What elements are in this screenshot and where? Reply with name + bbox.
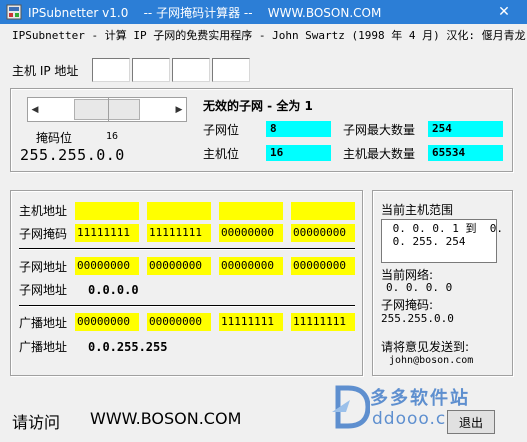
broadcast-label: 广播地址 [19, 316, 68, 330]
subnet-address-bits-3: 00000000 [219, 257, 283, 275]
host-address-bits-3 [219, 202, 283, 220]
subnet-address-dotted: 0.0.0.0 [88, 283, 139, 297]
slider-left-arrow-icon[interactable]: ◀ [28, 98, 42, 121]
watermark-logo-icon [332, 385, 370, 429]
host-address-bits-2 [147, 202, 211, 220]
host-range-text[interactable]: 0. 0. 0. 1 到 0. 0. 255. 254 [381, 219, 503, 263]
ip-octet-1[interactable] [92, 58, 130, 82]
ip-octet-4[interactable] [212, 58, 250, 82]
subnet-mask-label: 子网掩码 [19, 227, 68, 241]
broadcast-dotted: 0.0.255.255 [88, 340, 168, 354]
subnet-mask-bits-3: 00000000 [219, 224, 283, 242]
watermark-cn: 多多软件站 [370, 388, 470, 409]
subnet-address-dotted-label: 子网地址 [19, 283, 68, 297]
subnet-bits-label: 子网位 [203, 123, 240, 137]
mask-bits-value: 16 [106, 131, 119, 142]
program-description: IPSubnetter - 计算 IP 子网的免费实用程序 - John Swa… [12, 29, 526, 42]
host-bits-label: 主机位 [203, 147, 240, 161]
subnet-bits-value: 8 [266, 121, 331, 137]
ip-octet-3[interactable] [172, 58, 210, 82]
subnet-address-bits-4: 00000000 [291, 257, 355, 275]
divider-line [19, 305, 355, 307]
broadcast-bits-4: 11111111 [291, 313, 355, 331]
range-subnet-mask-value: 255.255.0.0 [381, 312, 454, 325]
mask-bits-label: 掩码位 [36, 131, 73, 145]
subnet-mask-bits-2: 11111111 [147, 224, 211, 242]
invalid-subnet-title: 无效的子网 - 全为 1 [203, 99, 313, 113]
exit-button[interactable]: 退出 [447, 410, 495, 434]
window-title: IPSubnetter v1.0 -- 子网掩码计算器 -- WWW.BOSON… [28, 5, 382, 20]
slider-divider [108, 97, 109, 122]
broadcast-bits-1: 00000000 [75, 313, 139, 331]
subnet-mask-bits-4: 00000000 [291, 224, 355, 242]
host-address-bits-1 [75, 202, 139, 220]
host-address-label: 主机地址 [19, 204, 68, 218]
broadcast-bits-2: 00000000 [147, 313, 211, 331]
feedback-label: 请将意见发送到: [381, 340, 470, 354]
slider-right-arrow-icon[interactable]: ▶ [172, 98, 186, 121]
max-subnets-label: 子网最大数量 [343, 123, 416, 137]
range-subnet-mask-label: 子网掩码: [381, 298, 434, 312]
max-hosts-value: 65534 [428, 145, 503, 161]
broadcast-bits-3: 11111111 [219, 313, 283, 331]
subnet-mask-dotted: 255.255.0.0 [20, 146, 125, 164]
host-ip-label: 主机 IP 地址 [12, 64, 79, 78]
slider-thumb[interactable] [74, 99, 140, 120]
title-bar: IPSubnetter v1.0 -- 子网掩码计算器 -- WWW.BOSON… [0, 0, 527, 24]
current-network-value: 0. 0. 0. 0 [386, 281, 453, 294]
host-bits-value: 16 [266, 145, 331, 161]
visit-label: 请访问 [12, 413, 61, 432]
website-link[interactable]: WWW.BOSON.COM [90, 409, 241, 428]
subnet-address-bits-1: 00000000 [75, 257, 139, 275]
exit-button-label: 退出 [458, 415, 483, 430]
mask-bits-slider[interactable]: ◀ ▶ [27, 97, 187, 122]
max-hosts-label: 主机最大数量 [343, 147, 416, 161]
divider-line [19, 248, 355, 250]
subnet-address-bits-2: 00000000 [147, 257, 211, 275]
close-button[interactable]: ✕ [481, 0, 527, 24]
subnet-address-label: 子网地址 [19, 260, 68, 274]
feedback-email[interactable]: john@boson.com [389, 355, 473, 366]
max-subnets-value: 254 [428, 121, 503, 137]
host-address-bits-4 [291, 202, 355, 220]
subnet-mask-bits-1: 11111111 [75, 224, 139, 242]
broadcast-dotted-label: 广播地址 [19, 340, 68, 354]
ip-octet-2[interactable] [132, 58, 170, 82]
host-range-title: 当前主机范围 [381, 203, 454, 217]
close-icon: ✕ [498, 4, 510, 20]
app-icon [6, 4, 22, 20]
